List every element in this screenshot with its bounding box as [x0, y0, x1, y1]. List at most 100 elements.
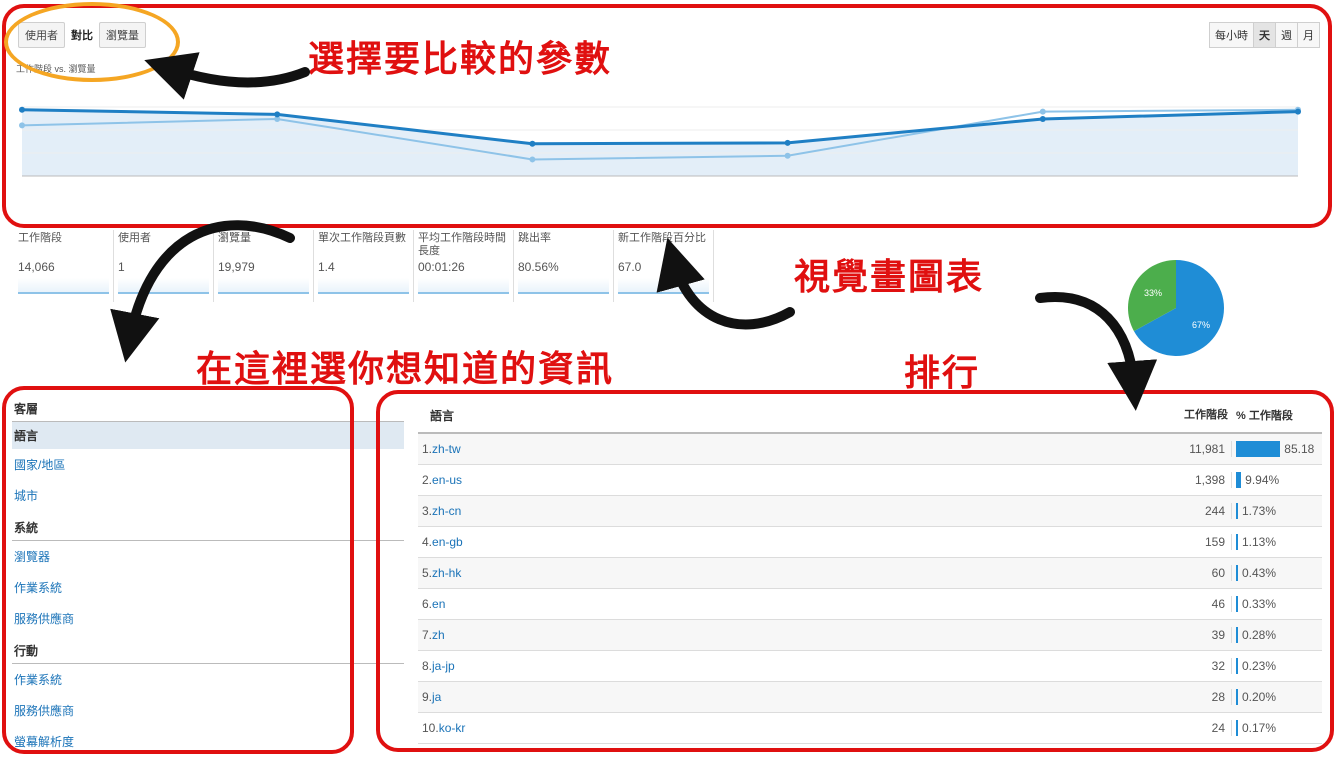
pct-bar	[1236, 565, 1238, 581]
pct-cell: 0.28%	[1231, 627, 1322, 643]
pct-cell: 1.73%	[1231, 503, 1322, 519]
granularity-toggle: 每小時 天 週 月	[1209, 22, 1320, 48]
annotation-compare: 選擇要比較的參數	[308, 39, 613, 80]
rank-number: 3.	[422, 504, 433, 518]
dimension-item-city[interactable]: 城市	[12, 480, 404, 511]
table-row[interactable]: 4.en-gb 159 1.13%	[418, 527, 1322, 558]
dimension-item-provider[interactable]: 服務供應商	[12, 603, 404, 634]
visitor-type-pie-chart: 33% 67%	[1128, 260, 1224, 356]
dimension-item-country[interactable]: 國家/地區	[12, 449, 404, 480]
table-header: 語言 工作階段 % 工作階段	[418, 398, 1322, 434]
pct-text: 1.13%	[1242, 535, 1277, 549]
language-link[interactable]: zh	[432, 628, 445, 642]
metric-card[interactable]: 跳出率 80.56%	[514, 230, 614, 302]
language-cell[interactable]: 6.en	[418, 597, 1163, 611]
granularity-hourly[interactable]: 每小時	[1209, 22, 1254, 48]
data-point	[784, 139, 791, 146]
table-row[interactable]: 7.zh 39 0.28%	[418, 620, 1322, 651]
pct-bar	[1236, 596, 1238, 612]
language-cell[interactable]: 8.ja-jp	[418, 659, 1163, 673]
language-cell[interactable]: 5.zh-hk	[418, 566, 1163, 580]
language-cell[interactable]: 2.en-us	[418, 473, 1163, 487]
pct-text: 85.18	[1284, 442, 1315, 456]
pct-bar	[1236, 441, 1281, 457]
language-link[interactable]: en-us	[432, 473, 462, 487]
metric-select-primary[interactable]: 使用者	[18, 22, 65, 48]
language-cell[interactable]: 10.ko-kr	[418, 721, 1163, 735]
dimension-menu: 客層 語言 國家/地區 城市 系統 瀏覽器 作業系統 服務供應商 行動 作業系統…	[12, 396, 404, 757]
language-link[interactable]: zh-cn	[432, 504, 461, 518]
sessions-cell: 60	[1211, 566, 1225, 580]
language-link[interactable]: zh-hk	[432, 566, 461, 580]
metric-card[interactable]: 瀏覽量 19,979	[214, 230, 314, 302]
dimension-item-mobile-provider[interactable]: 服務供應商	[12, 695, 404, 726]
pct-text: 0.17%	[1242, 721, 1277, 735]
language-link[interactable]: ko-kr	[439, 721, 466, 735]
col-sessions-header[interactable]: 工作階段	[1166, 409, 1232, 421]
language-link[interactable]: en-gb	[432, 535, 463, 549]
language-link[interactable]: zh-tw	[432, 442, 461, 456]
metric-card[interactable]: 單次工作階段頁數 1.4	[314, 230, 414, 302]
sessions-cell: 159	[1204, 535, 1225, 549]
table-row[interactable]: 2.en-us 1,398 9.94%	[418, 465, 1322, 496]
metric-compare-controls: 使用者 對比 瀏覽量	[18, 22, 146, 48]
data-point	[1039, 108, 1046, 115]
dimension-item-browser[interactable]: 瀏覽器	[12, 541, 404, 572]
language-cell[interactable]: 7.zh	[418, 628, 1163, 642]
table-row[interactable]: 9.ja 28 0.20%	[418, 682, 1322, 713]
dimension-item-language[interactable]: 語言	[12, 422, 404, 449]
table-row[interactable]: 3.zh-cn 244 1.73%	[418, 496, 1322, 527]
table-row[interactable]: 10.ko-kr 24 0.17%	[418, 713, 1322, 744]
pie-label-green: 33%	[1144, 288, 1162, 298]
language-link[interactable]: ja	[432, 690, 441, 704]
metric-select-secondary[interactable]: 瀏覽量	[99, 22, 146, 48]
metric-sparkline	[18, 278, 109, 294]
metric-label: 平均工作階段時間長度	[418, 232, 506, 257]
table-row[interactable]: 6.en 46 0.33%	[418, 589, 1322, 620]
granularity-month[interactable]: 月	[1297, 22, 1320, 48]
table-row[interactable]: 8.ja-jp 32 0.23%	[418, 651, 1322, 682]
language-cell[interactable]: 9.ja	[418, 690, 1163, 704]
metric-value: 19,979	[218, 260, 255, 274]
dimension-item-screen-resolution[interactable]: 螢幕解析度	[12, 726, 404, 757]
metric-value: 80.56%	[518, 260, 559, 274]
pct-bar	[1236, 503, 1238, 519]
pct-bar	[1236, 627, 1238, 643]
language-link[interactable]: en	[432, 597, 445, 611]
metric-card[interactable]: 工作階段 14,066	[14, 230, 114, 302]
language-cell[interactable]: 1.zh-tw	[418, 442, 1163, 456]
data-point	[274, 111, 281, 118]
pct-cell: 0.17%	[1231, 720, 1322, 736]
metric-value: 1.4	[318, 260, 335, 274]
metric-card[interactable]: 新工作階段百分比 67.0	[614, 230, 714, 302]
metric-sparkline	[218, 278, 309, 294]
language-link[interactable]: ja-jp	[432, 659, 455, 673]
dimension-group-system: 系統	[12, 511, 404, 541]
granularity-week[interactable]: 週	[1275, 22, 1298, 48]
sessions-cell: 46	[1211, 597, 1225, 611]
table-row[interactable]: 5.zh-hk 60 0.43%	[418, 558, 1322, 589]
data-point	[529, 140, 536, 147]
col-language-header[interactable]: 語言	[418, 407, 1166, 424]
pct-cell: 0.23%	[1231, 658, 1322, 674]
metric-sparkline	[118, 278, 209, 294]
pct-cell: 0.20%	[1231, 689, 1322, 705]
pct-bar	[1236, 689, 1238, 705]
metrics-strip: 工作階段 14,066 使用者 1 瀏覽量 19,979 單次工作階段頁數 1.4 平均工作階段…	[14, 230, 714, 302]
metric-label: 新工作階段百分比	[618, 232, 706, 244]
sessions-cell: 11,981	[1189, 442, 1225, 456]
timeline-chart	[19, 106, 1301, 177]
metric-label: 工作階段	[18, 232, 62, 244]
granularity-day[interactable]: 天	[1253, 22, 1276, 48]
data-point	[19, 106, 25, 113]
table-row[interactable]: 1.zh-tw 11,981 85.18	[418, 434, 1322, 465]
sessions-cell: 24	[1211, 721, 1225, 735]
dimension-item-mobile-os[interactable]: 作業系統	[12, 664, 404, 695]
language-cell[interactable]: 3.zh-cn	[418, 504, 1163, 518]
col-pct-header[interactable]: % 工作階段	[1232, 407, 1322, 423]
language-cell[interactable]: 4.en-gb	[418, 535, 1163, 549]
rank-number: 8.	[422, 659, 433, 673]
metric-card[interactable]: 平均工作階段時間長度 00:01:26	[414, 230, 514, 302]
metric-card[interactable]: 使用者 1	[114, 230, 214, 302]
dimension-item-os[interactable]: 作業系統	[12, 572, 404, 603]
